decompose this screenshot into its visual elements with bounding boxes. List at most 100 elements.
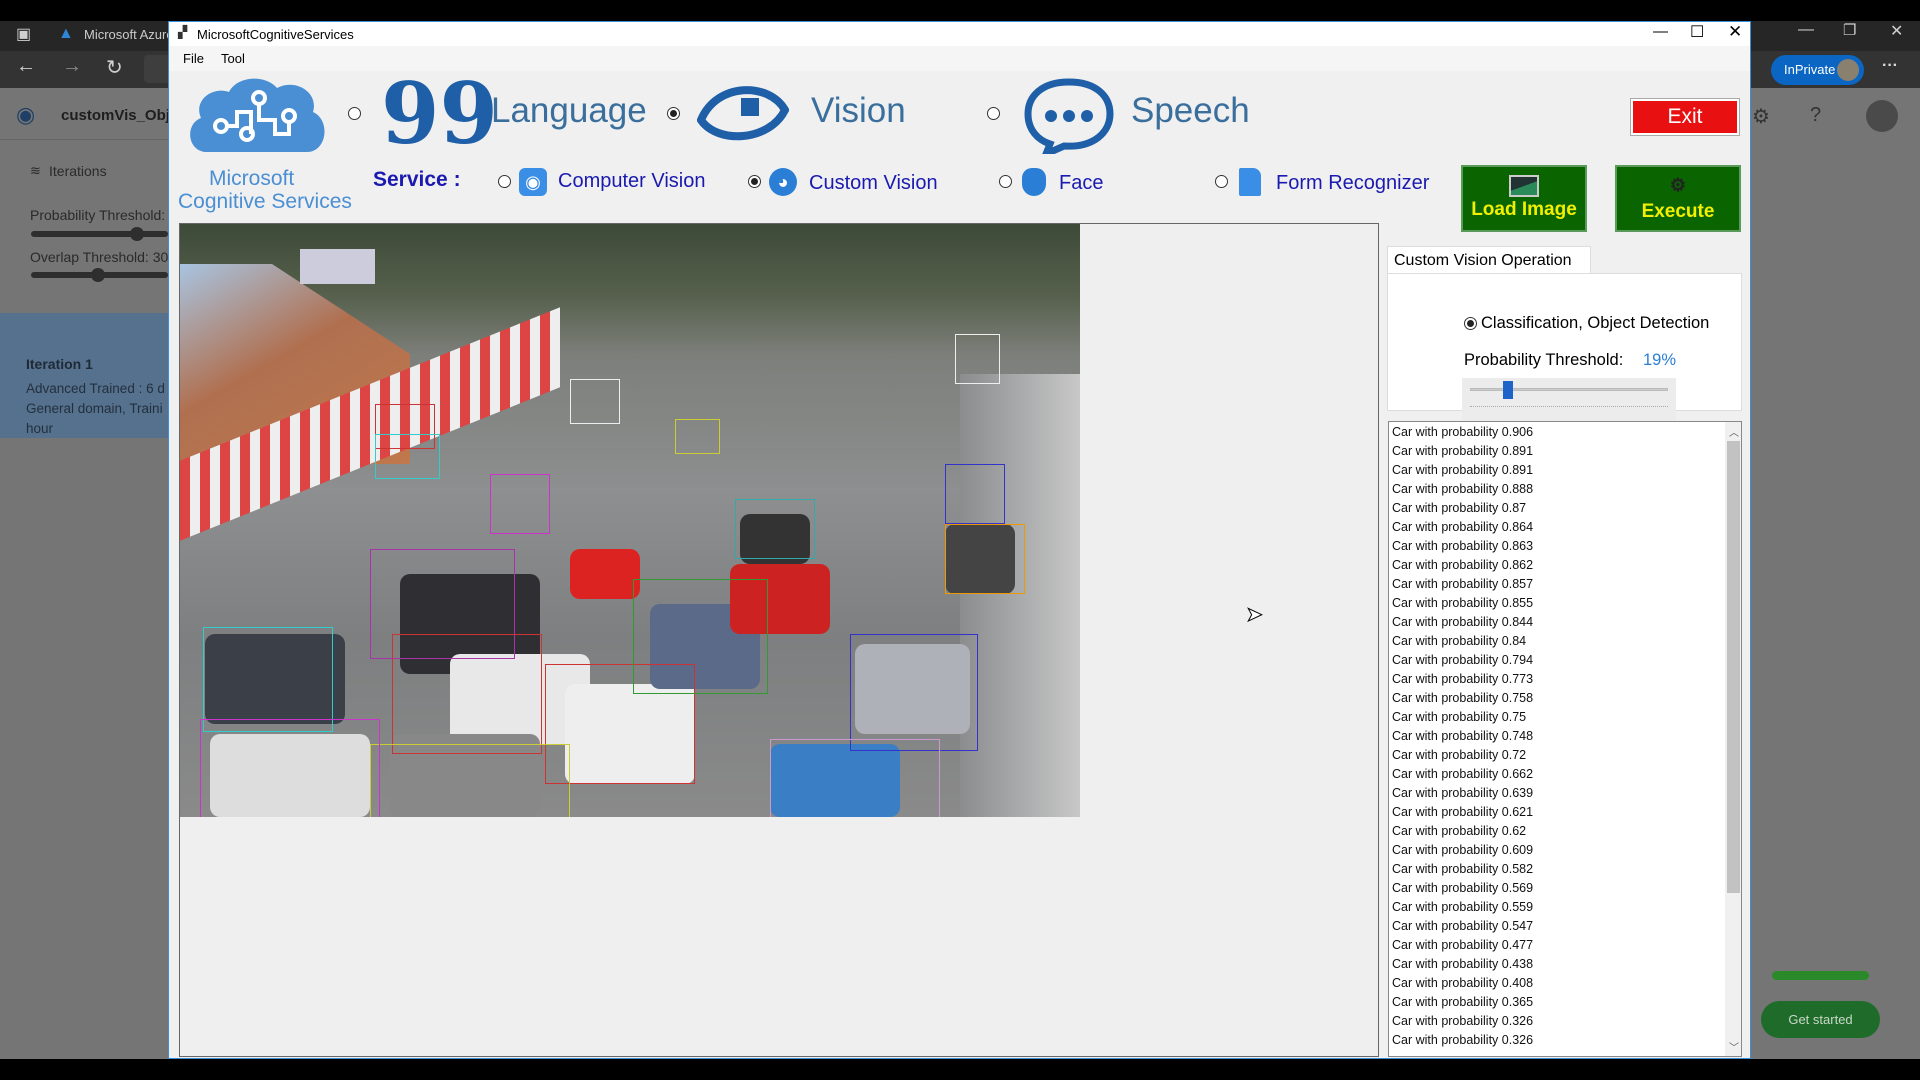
probability-threshold-label: Probability Threshold: (30, 207, 166, 223)
category-vision[interactable]: Vision (811, 91, 906, 131)
result-list-item[interactable]: Car with probability 0.862 (1392, 558, 1533, 572)
settings-gear-icon[interactable]: ⚙ (1752, 104, 1770, 129)
results-listbox[interactable]: Car with probability 0.906 Car with proba… (1388, 421, 1742, 1057)
radio-language[interactable] (348, 107, 361, 120)
result-list-item[interactable]: Car with probability 0.609 (1392, 843, 1533, 857)
result-list-item[interactable]: Car with probability 0.75 (1392, 710, 1526, 724)
overlap-slider-thumb[interactable] (91, 268, 105, 282)
result-list-item[interactable]: Car with probability 0.438 (1392, 957, 1533, 971)
result-list-item[interactable]: Car with probability 0.326 (1392, 1014, 1533, 1028)
radio-face[interactable] (999, 175, 1012, 188)
app-close-icon[interactable]: ✕ (1728, 22, 1742, 42)
scroll-down-icon[interactable]: ﹀ (1729, 1039, 1739, 1054)
result-list-item[interactable]: Car with probability 0.906 (1392, 425, 1533, 439)
cognitive-services-brain-logo (190, 78, 325, 152)
probability-threshold-slider[interactable] (31, 231, 168, 237)
result-list-item[interactable]: Car with probability 0.582 (1392, 862, 1533, 876)
radio-speech[interactable] (987, 107, 1000, 120)
result-list-item[interactable]: Car with probability 0.888 (1392, 482, 1533, 496)
result-list-item[interactable]: Car with probability 0.662 (1392, 767, 1533, 781)
exit-button[interactable]: Exit (1630, 98, 1740, 136)
radio-form-recognizer[interactable] (1215, 175, 1228, 188)
restore-icon[interactable]: ❐ (1843, 21, 1856, 39)
menu-file[interactable]: File (183, 51, 204, 66)
radio-custom-vision[interactable] (748, 175, 761, 188)
result-list-item[interactable]: Car with probability 0.891 (1392, 463, 1533, 477)
result-list-item[interactable]: Car with probability 0.62 (1392, 824, 1526, 838)
threshold-slider[interactable] (1462, 378, 1676, 422)
iterations-label[interactable]: Iterations (49, 163, 107, 179)
execute-label: Execute (1641, 201, 1715, 222)
category-language[interactable]: Language (491, 91, 647, 131)
result-list-item[interactable]: Car with probability 0.87 (1392, 501, 1526, 515)
app-maximize-icon[interactable]: ☐ (1690, 22, 1704, 42)
picture-icon (1509, 175, 1539, 197)
inprivate-badge[interactable]: InPrivate (1771, 55, 1864, 85)
refresh-icon[interactable]: ↻ (106, 55, 123, 80)
result-list-item[interactable]: Car with probability 0.863 (1392, 539, 1533, 553)
execute-button[interactable]: ⚙ Execute (1615, 165, 1741, 232)
result-list-item[interactable]: Car with probability 0.477 (1392, 938, 1533, 952)
result-list-item[interactable]: Car with probability 0.559 (1392, 900, 1533, 914)
result-list-item[interactable]: Car with probability 0.72 (1392, 748, 1526, 762)
workflow-icon: ⚙ (1669, 175, 1687, 195)
result-list-item[interactable]: Car with probability 0.621 (1392, 805, 1533, 819)
probability-slider-thumb[interactable] (130, 227, 144, 241)
azure-logo-icon: ▲ (58, 25, 74, 42)
menu-tool[interactable]: Tool (221, 51, 245, 66)
account-avatar[interactable] (1866, 100, 1898, 132)
scrollbar-thumb[interactable] (1727, 441, 1740, 893)
service-custom-vision[interactable]: Custom Vision (809, 172, 938, 195)
radio-computer-vision[interactable] (498, 175, 511, 188)
result-list-item[interactable]: Car with probability 0.773 (1392, 672, 1533, 686)
result-list-item[interactable]: Car with probability 0.569 (1392, 881, 1533, 895)
result-list-item[interactable]: Car with probability 0.857 (1392, 577, 1533, 591)
result-list-item[interactable]: Car with probability 0.365 (1392, 995, 1533, 1009)
result-list-item[interactable]: Car with probability 0.639 (1392, 786, 1533, 800)
operation-option-label[interactable]: Classification, Object Detection (1481, 314, 1709, 333)
iteration-title: Iteration 1 (26, 356, 93, 372)
result-list-item[interactable]: Car with probability 0.794 (1392, 653, 1533, 667)
minimize-icon[interactable]: — (1798, 21, 1814, 39)
iteration-card[interactable]: Iteration 1 Advanced Trained : 6 d Gener… (0, 313, 170, 438)
computer-vision-icon: ◉ (519, 168, 547, 196)
category-speech[interactable]: Speech (1131, 91, 1250, 131)
result-list-item[interactable]: Car with probability 0.758 (1392, 691, 1533, 705)
result-list-item[interactable]: Car with probability 0.855 (1392, 596, 1533, 610)
radio-classification-detection[interactable] (1464, 317, 1477, 330)
app-title: MicrosoftCognitiveServices (197, 27, 354, 42)
result-list-item[interactable]: Car with probability 0.326 (1392, 1033, 1533, 1047)
result-list-item[interactable]: Car with probability 0.84 (1392, 634, 1526, 648)
back-icon[interactable]: ← (16, 55, 36, 78)
threshold-value: 19% (1643, 351, 1677, 369)
form-recognizer-icon (1239, 168, 1261, 196)
tab-custom-vision-operation[interactable]: Custom Vision Operation (1387, 246, 1591, 274)
more-icon[interactable]: ··· (1882, 57, 1898, 75)
browser-tab-title[interactable]: Microsoft Azure (84, 27, 174, 42)
profile-avatar (1837, 59, 1859, 81)
close-icon[interactable]: ✕ (1890, 21, 1903, 41)
screen-top-bar (0, 0, 1920, 21)
forward-icon[interactable]: → (62, 55, 82, 78)
tab-actions-icon[interactable]: ▣ (16, 24, 31, 44)
service-form-recognizer[interactable]: Form Recognizer (1276, 172, 1429, 195)
radio-vision[interactable] (667, 107, 680, 120)
result-list-item[interactable]: Car with probability 0.547 (1392, 919, 1533, 933)
iteration-line3: hour (26, 421, 54, 436)
app-minimize-icon[interactable]: — (1653, 23, 1668, 40)
result-list-item[interactable]: Car with probability 0.864 (1392, 520, 1533, 534)
inprivate-label: InPrivate (1784, 62, 1836, 77)
result-list-item[interactable]: Car with probability 0.844 (1392, 615, 1533, 629)
scroll-up-icon[interactable]: ︿ (1729, 424, 1739, 439)
result-list-item[interactable]: Car with probability 0.408 (1392, 976, 1533, 990)
service-computer-vision[interactable]: Computer Vision (558, 170, 705, 193)
help-icon[interactable]: ? (1810, 104, 1821, 127)
result-list-item[interactable]: Car with probability 0.891 (1392, 444, 1533, 458)
threshold-slider-thumb[interactable] (1502, 381, 1513, 399)
list-scrollbar[interactable]: ︿ ﹀ (1725, 422, 1741, 1056)
service-face[interactable]: Face (1059, 172, 1103, 195)
image-display-panel (179, 223, 1379, 1057)
result-list-item[interactable]: Car with probability 0.748 (1392, 729, 1533, 743)
load-image-button[interactable]: Load Image (1461, 165, 1587, 232)
get-started-button[interactable]: Get started (1761, 1001, 1880, 1038)
